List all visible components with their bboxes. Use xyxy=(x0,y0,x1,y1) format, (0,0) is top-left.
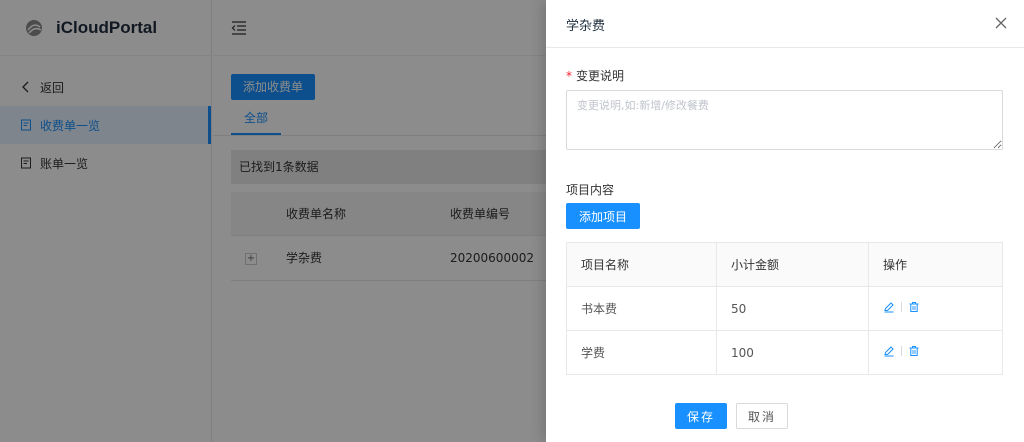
items-label: 项目内容 xyxy=(566,183,615,197)
delete-icon[interactable] xyxy=(908,301,920,313)
items-table: 项目名称 小计金额 操作 书本费 50 学费 100 xyxy=(566,242,1003,375)
save-button[interactable]: 保存 xyxy=(675,403,727,429)
column-header-actions: 操作 xyxy=(868,242,1003,287)
item-amount: 50 xyxy=(716,286,869,331)
change-description-input[interactable] xyxy=(566,90,1003,150)
drawer-header: 学杂费 xyxy=(546,0,1024,48)
required-mark: * xyxy=(566,69,572,83)
column-header-item-name: 项目名称 xyxy=(566,242,717,287)
action-divider xyxy=(901,346,902,356)
delete-icon[interactable] xyxy=(908,345,920,357)
table-row: 学费 100 xyxy=(566,330,1003,375)
row-actions xyxy=(868,286,1003,331)
item-amount: 100 xyxy=(716,330,869,375)
item-name: 书本费 xyxy=(566,286,717,331)
table-header-row: 项目名称 小计金额 操作 xyxy=(566,242,1003,287)
cancel-button[interactable]: 取消 xyxy=(736,403,788,429)
column-header-subtotal: 小计金额 xyxy=(716,242,869,287)
edit-drawer: 学杂费 * 变更说明 项目内容 添加项目 项目名称 小计金额 操作 书本费 50 xyxy=(546,0,1024,442)
item-name: 学费 xyxy=(566,330,717,375)
edit-icon[interactable] xyxy=(883,345,895,357)
action-divider xyxy=(901,302,902,312)
close-icon[interactable] xyxy=(994,16,1008,30)
add-item-button[interactable]: 添加项目 xyxy=(566,203,641,229)
drawer-title: 学杂费 xyxy=(566,19,606,34)
table-row: 书本费 50 xyxy=(566,286,1003,331)
change-description-label: * 变更说明 xyxy=(566,67,624,84)
edit-icon[interactable] xyxy=(883,301,895,313)
row-actions xyxy=(868,330,1003,375)
change-description-label-text: 变更说明 xyxy=(576,69,625,83)
